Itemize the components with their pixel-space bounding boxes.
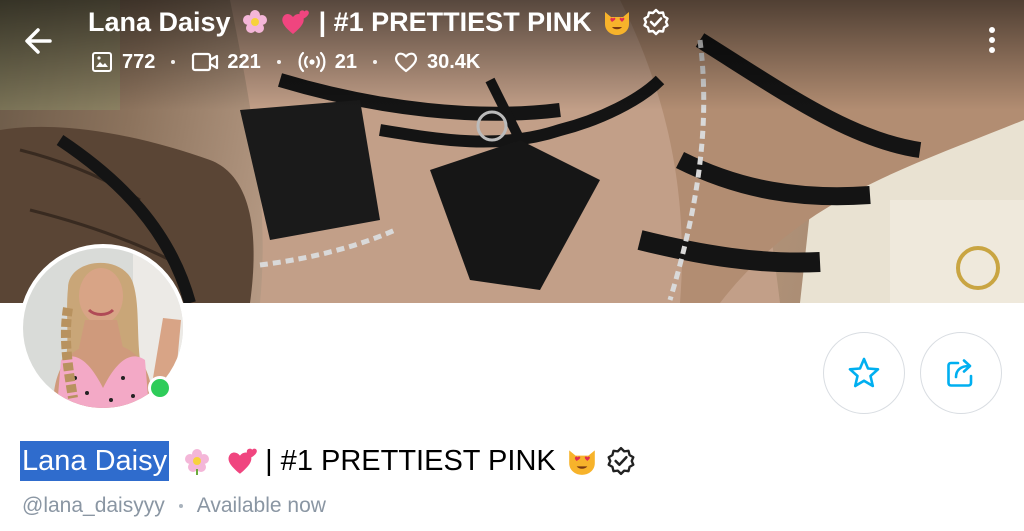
- stat-photos-count: 772: [122, 50, 156, 73]
- verified-badge-icon: [606, 446, 636, 476]
- broadcast-icon: [298, 51, 326, 73]
- arrow-left-icon: [25, 28, 52, 54]
- profile-stats: 772 221 21 30.4K: [90, 47, 480, 77]
- video-icon: [192, 52, 219, 72]
- two-hearts-emoji: [279, 8, 309, 36]
- heart-icon: [394, 52, 418, 73]
- profile-subline: @lana_daisyyy Available now: [22, 492, 326, 520]
- cover-image: Lana Daisy | #1 PRETTIEST PINK 772 221 2…: [0, 0, 1024, 303]
- profile-handle: @lana_daisyyy: [22, 494, 165, 517]
- heart-eyes-cat-emoji: [602, 8, 632, 36]
- stat-likes-count: 30.4K: [427, 50, 481, 73]
- separator-dot: [373, 60, 377, 64]
- profile-name-text: Lana Daisy: [20, 441, 170, 481]
- separator-dot: [178, 504, 183, 508]
- stat-videos-count: 221: [227, 50, 261, 73]
- separator-dot: [276, 60, 281, 64]
- more-vertical-icon: [989, 27, 995, 53]
- cover-title-name: Lana Daisy: [88, 6, 231, 37]
- share-icon: [947, 359, 973, 387]
- availability-status: Available now: [196, 494, 326, 517]
- star-icon: [848, 357, 880, 388]
- separator-dot: [171, 60, 176, 64]
- flower-emoji: [183, 447, 211, 475]
- online-indicator: [148, 376, 172, 400]
- profile-name: Lana Daisy | #1 PRETTIEST PINK: [20, 440, 636, 482]
- add-to-favorites-button[interactable]: [823, 332, 905, 414]
- verified-badge-icon: [642, 8, 670, 36]
- stat-streams-count: 21: [334, 50, 357, 73]
- stat-videos[interactable]: 221: [191, 50, 261, 74]
- image-icon: [92, 52, 112, 72]
- profile-name-suffix: | #1 PRETTIEST PINK: [265, 444, 556, 477]
- back-button[interactable]: [20, 22, 58, 60]
- stat-streams[interactable]: 21: [297, 50, 357, 74]
- flower-emoji: [241, 8, 269, 36]
- share-button[interactable]: [920, 332, 1002, 414]
- two-hearts-emoji: [225, 446, 257, 476]
- cover-title-suffix: | #1 PRETTIEST PINK: [318, 6, 592, 37]
- stat-photos[interactable]: 772: [90, 50, 155, 74]
- heart-eyes-cat-emoji: [566, 446, 598, 476]
- cover-title: Lana Daisy | #1 PRETTIEST PINK: [88, 4, 670, 40]
- more-options-button[interactable]: [978, 22, 1006, 58]
- stat-likes[interactable]: 30.4K: [393, 50, 480, 74]
